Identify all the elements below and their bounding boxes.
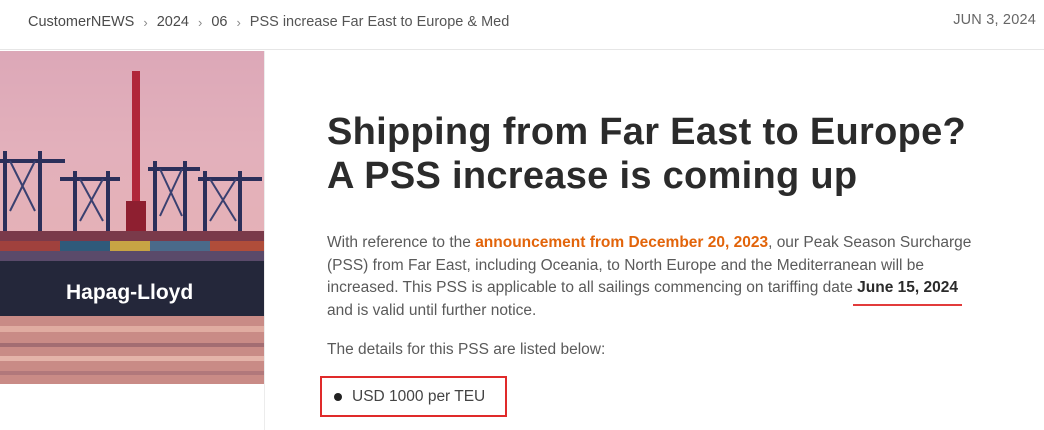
pss-detail-text: USD 1000 per TEU <box>352 387 486 405</box>
hapag-lloyd-logo: Hapag-Lloyd <box>66 281 193 304</box>
chevron-right-icon: › <box>143 14 148 30</box>
top-bar: CustomerNEWS › 2024 › 06 › PSS increase … <box>0 0 1044 50</box>
article-title: Shipping from Far East to Europe? A PSS … <box>327 110 1017 198</box>
title-line-1: Shipping from Far East to Europe? <box>327 111 967 153</box>
publish-date: JUN 3, 2024 <box>953 12 1036 28</box>
details-intro: The details for this PSS are listed belo… <box>327 341 606 358</box>
breadcrumb-current: PSS increase Far East to Europe & Med <box>249 14 510 30</box>
highlighted-date: June 15, 2024 <box>853 277 962 306</box>
para-end: and is valid until further notice. <box>327 301 537 319</box>
announcement-link[interactable]: announcement from December 20, 2023 <box>475 234 768 251</box>
title-line-2: A PSS increase is coming up <box>327 155 858 197</box>
article: Shipping from Far East to Europe? A PSS … <box>327 110 1017 359</box>
vertical-divider <box>264 51 265 430</box>
highlighted-date-text: June 15, 2024 <box>857 279 958 296</box>
article-paragraph: With reference to the announcement from … <box>327 232 987 322</box>
breadcrumb: CustomerNEWS › 2024 › 06 › PSS increase … <box>28 12 509 32</box>
container-port-illustration: Hapag-Lloyd <box>0 51 265 384</box>
para-intro: With reference to the <box>327 234 476 251</box>
breadcrumb-year[interactable]: 2024 <box>157 14 189 30</box>
chevron-right-icon: › <box>236 14 241 30</box>
date-underline-annotation <box>853 303 962 306</box>
chevron-right-icon: › <box>197 14 203 30</box>
hero-image: Hapag-Lloyd <box>0 51 265 384</box>
breadcrumb-month[interactable]: 06 <box>211 14 227 30</box>
pss-detail-item: USD 1000 per TEU <box>320 376 507 417</box>
breadcrumb-customernews[interactable]: CustomerNEWS <box>28 14 134 30</box>
bullet-icon <box>334 392 342 401</box>
